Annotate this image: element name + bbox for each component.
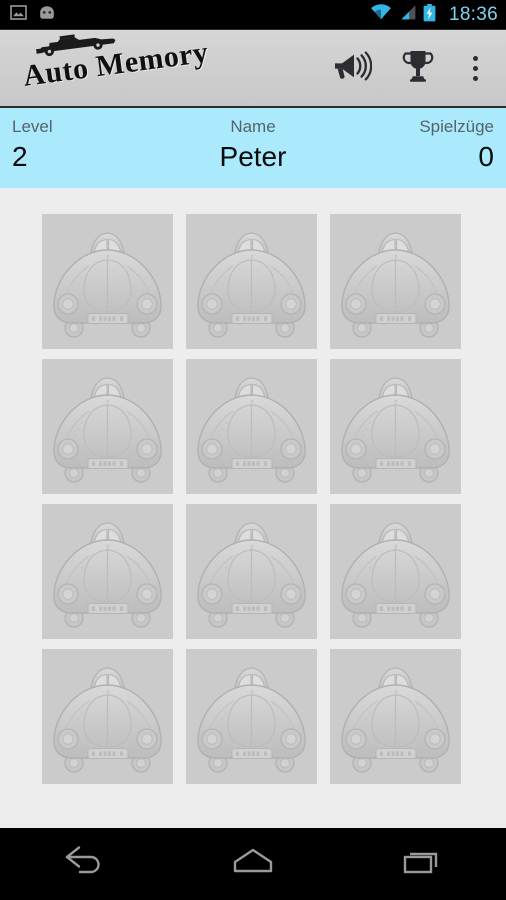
card-grid (42, 214, 464, 784)
wifi-icon (370, 4, 392, 26)
memory-card[interactable] (186, 214, 317, 349)
level-field: Level 2 (12, 116, 173, 174)
cellular-signal-icon (398, 4, 417, 26)
screenshot-image-icon (10, 4, 27, 26)
vw-beetle-car-icon (197, 377, 306, 483)
moves-label: Spielzüge (419, 117, 494, 136)
trophy-icon (399, 48, 437, 89)
nav-recents-button[interactable] (367, 829, 477, 900)
vw-beetle-car-icon (341, 522, 450, 628)
vw-beetle-car-icon (53, 232, 162, 338)
more-vertical-icon-dot (472, 75, 478, 81)
status-bar-notifications (10, 4, 57, 26)
name-value: Peter (219, 140, 287, 172)
memory-card[interactable] (330, 649, 461, 784)
status-bar-clock: 18:36 (448, 4, 498, 25)
level-value: 2 (12, 140, 28, 172)
memory-card[interactable] (42, 359, 173, 494)
sound-toggle-button[interactable] (330, 44, 374, 92)
vw-beetle-car-icon (341, 377, 450, 483)
highscore-button[interactable] (396, 44, 440, 92)
vw-beetle-car-icon (53, 377, 162, 483)
vw-beetle-car-icon (197, 667, 306, 773)
moves-field: Spielzüge 0 (333, 116, 494, 174)
android-head-icon (37, 5, 57, 25)
memory-card[interactable] (186, 504, 317, 639)
more-vertical-icon-dot (472, 65, 478, 71)
vw-beetle-car-icon (341, 667, 450, 773)
memory-card[interactable] (42, 649, 173, 784)
status-bar-system-icons: 18:36 (370, 3, 498, 27)
name-label: Name (230, 117, 276, 136)
memory-card[interactable] (186, 649, 317, 784)
app-logo: Auto Memory (16, 33, 246, 103)
memory-board (0, 188, 506, 828)
more-vertical-icon-dot (472, 55, 478, 61)
back-arrow-icon (59, 845, 109, 884)
app-action-bar: Auto Memory (0, 30, 506, 108)
nav-home-button[interactable] (198, 829, 308, 900)
vw-beetle-car-icon (197, 232, 306, 338)
moves-value: 0 (478, 140, 494, 172)
battery-charging-icon (423, 3, 436, 27)
vw-beetle-car-icon (53, 522, 162, 628)
vw-beetle-car-icon (53, 667, 162, 773)
app-root: 18:36 Auto Memory Level 2 Name Peter Spi… (0, 0, 506, 900)
game-status-bar: Level 2 Name Peter Spielzüge 0 (0, 108, 506, 188)
megaphone-icon (332, 50, 373, 87)
memory-card[interactable] (42, 214, 173, 349)
nav-back-button[interactable] (29, 829, 139, 900)
android-navigation-bar (0, 828, 506, 900)
vw-beetle-car-icon (197, 522, 306, 628)
memory-card[interactable] (186, 359, 317, 494)
action-bar-buttons (330, 44, 492, 92)
player-name-field: Name Peter (173, 116, 334, 174)
home-icon (228, 845, 278, 884)
recents-icon (397, 845, 447, 884)
memory-card[interactable] (42, 504, 173, 639)
level-label: Level (12, 117, 53, 136)
memory-card[interactable] (330, 359, 461, 494)
memory-card[interactable] (330, 214, 461, 349)
vw-beetle-car-icon (341, 232, 450, 338)
android-status-bar: 18:36 (0, 0, 506, 30)
overflow-menu-button[interactable] (462, 44, 488, 92)
memory-card[interactable] (330, 504, 461, 639)
